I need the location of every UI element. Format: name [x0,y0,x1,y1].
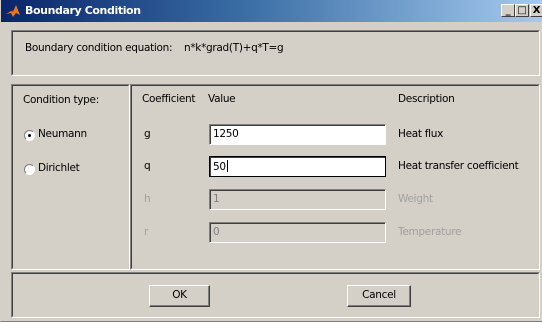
condition-type-panel: Condition type: Neumann Dirichlet [11,84,130,270]
minimize-icon: _ [505,5,511,16]
r-description: Temperature [398,226,462,238]
minimize-button[interactable]: _ [501,4,515,17]
q-description: Heat transfer coefficient [398,160,519,172]
radio-selected-dot [28,134,31,137]
value-header: Value [208,93,236,105]
close-button[interactable]: X [530,4,542,17]
coefficient-header: Coefficient [142,93,196,105]
matlab-icon [6,5,20,17]
g-value-field[interactable]: 1250 [209,124,386,145]
h-description: Weight [398,193,433,205]
dirichlet-radio[interactable] [24,164,35,175]
equation-label: Boundary condition equation: [25,42,173,54]
q-value-field[interactable]: 50 [209,156,386,177]
neumann-radio[interactable] [24,130,35,141]
equation-formula: n*k*grad(T)+q*T=g [184,42,284,54]
r-value-field[interactable]: 0 [209,222,386,243]
title-bar[interactable]: Boundary Condition _ □ X [1,0,542,22]
g-description: Heat flux [398,128,444,140]
coefficient-h: h [144,193,151,205]
coefficient-q: q [144,160,151,172]
boundary-condition-window: Boundary Condition _ □ X Boundary condit… [0,0,542,322]
close-icon: X [532,5,541,16]
cancel-button[interactable]: Cancel [347,285,411,307]
equation-panel: Boundary condition equation: n*k*grad(T)… [11,30,540,76]
coefficient-r: r [144,226,149,238]
maximize-button[interactable]: □ [515,4,529,17]
button-panel [11,272,540,318]
coefficient-g: g [144,128,151,140]
neumann-label[interactable]: Neumann [38,128,87,140]
maximize-icon: □ [517,5,527,16]
description-header: Description [398,93,455,105]
window-title: Boundary Condition [25,4,141,17]
text-cursor [226,160,228,172]
ok-button[interactable]: OK [149,285,210,307]
condition-type-label: Condition type: [23,94,99,106]
h-value-field[interactable]: 1 [209,189,386,210]
dirichlet-label[interactable]: Dirichlet [38,162,80,174]
q-value-text: 50 [213,161,226,173]
